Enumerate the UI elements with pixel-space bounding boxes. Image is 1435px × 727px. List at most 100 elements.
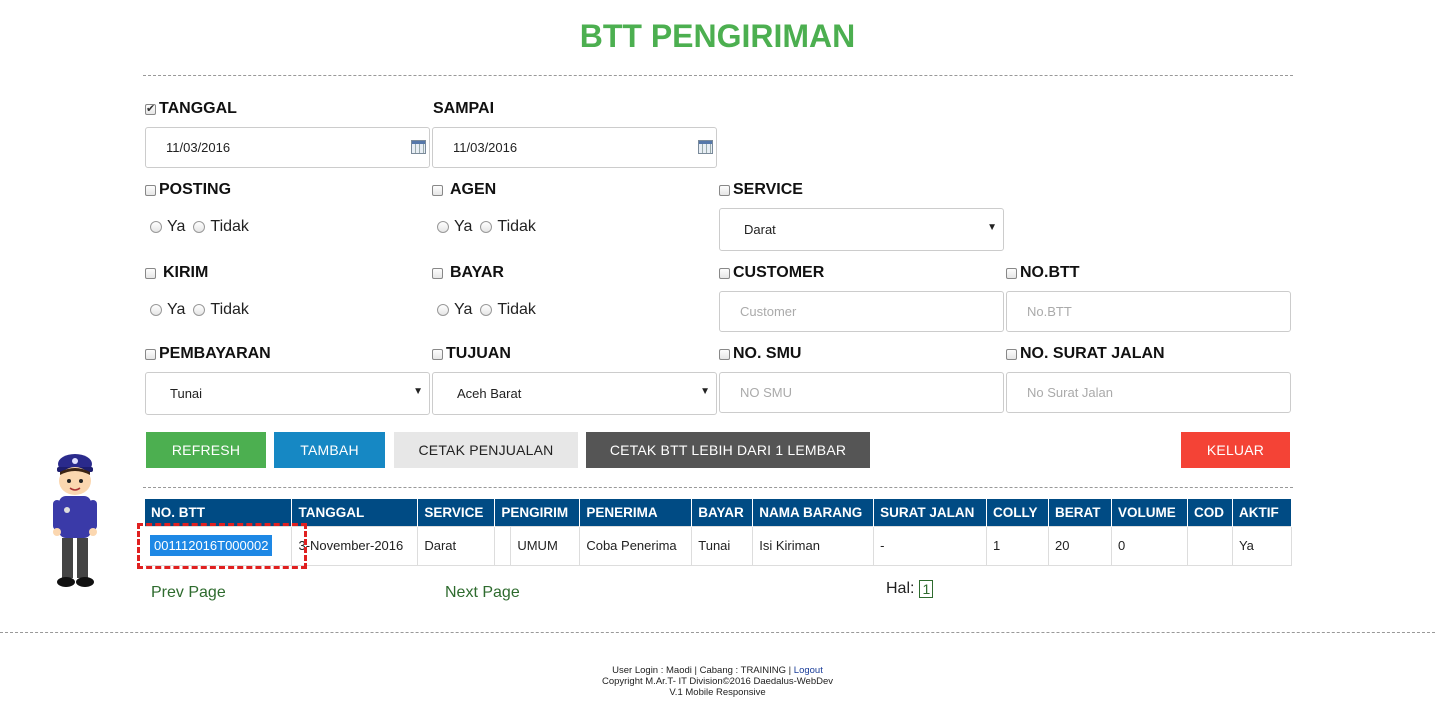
customer-checkbox[interactable] (719, 267, 730, 279)
sampai-date-value: 11/03/2016 (453, 140, 518, 155)
no-surat-jalan-label-text: NO. SURAT JALAN (1020, 345, 1165, 362)
colly-cell: 1 (986, 525, 1049, 566)
next-page-link[interactable]: Next Page (445, 584, 520, 602)
col-header[interactable]: PENERIMA (579, 499, 693, 526)
tujuan-selected-value: Aceh Barat (457, 386, 522, 401)
calendar-icon[interactable] (411, 140, 426, 154)
bayar-label-text: BAYAR (450, 264, 504, 281)
prev-page-link[interactable]: Prev Page (151, 584, 226, 602)
col-header[interactable]: AKTIF (1232, 499, 1293, 526)
tanggal-label: TANGGAL (145, 100, 237, 118)
bayar-ya-radio[interactable] (437, 304, 449, 316)
page-indicator: Hal: 1 (886, 580, 934, 598)
col-header[interactable]: COD (1187, 499, 1233, 526)
service-select[interactable]: Darat ▼ (719, 208, 1004, 251)
no-smu-input[interactable]: NO SMU (719, 372, 1004, 413)
no-smu-label-text: NO. SMU (733, 345, 802, 362)
col-header[interactable]: PENGIRIM (494, 499, 581, 526)
radio-label-ya: Ya (454, 301, 473, 318)
cetak-btt-button[interactable]: CETAK BTT LEBIH DARI 1 LEMBAR (586, 432, 870, 468)
col-header[interactable]: VOLUME (1111, 499, 1188, 526)
cetak-penjualan-button[interactable]: CETAK PENJUALAN (394, 432, 578, 468)
no-smu-placeholder: NO SMU (740, 385, 792, 400)
col-header[interactable]: TANGGAL (291, 499, 419, 526)
col-header[interactable]: COLLY (986, 499, 1049, 526)
no-btt-label: NO.BTT (1006, 264, 1080, 282)
no-btt-label-text: NO.BTT (1020, 264, 1080, 281)
footer-user-info: User Login : Maodi | Cabang : TRAINING | (612, 665, 794, 676)
col-header[interactable]: BAYAR (691, 499, 754, 526)
no-surat-jalan-placeholder: No Surat Jalan (1027, 385, 1113, 400)
kirim-radio-group: Ya Tidak (150, 301, 257, 319)
agen-ya-radio[interactable] (437, 221, 449, 233)
posting-checkbox[interactable] (145, 184, 156, 196)
col-header[interactable]: BERAT (1048, 499, 1112, 526)
surat-jalan-cell: - (873, 525, 988, 566)
tanggal-checkbox[interactable] (145, 102, 156, 115)
bayar-radio-group: Ya Tidak (437, 301, 544, 319)
pembayaran-select[interactable]: Tunai ▼ (145, 372, 430, 415)
no-smu-checkbox[interactable] (719, 348, 730, 360)
keluar-button[interactable]: KELUAR (1181, 432, 1290, 468)
posting-radio-group: Ya Tidak (150, 218, 257, 236)
kirim-checkbox[interactable] (145, 267, 156, 279)
kirim-ya-radio[interactable] (150, 304, 162, 316)
col-header[interactable]: NAMA BARANG (752, 499, 875, 526)
nama-barang-cell: Isi Kiriman (752, 525, 875, 566)
page-number-link[interactable]: 1 (919, 580, 934, 598)
no-smu-label: NO. SMU (719, 345, 801, 363)
footer-line-1: User Login : Maodi | Cabang : TRAINING |… (0, 665, 1435, 676)
bayar-checkbox[interactable] (432, 267, 443, 279)
agen-checkbox[interactable] (432, 184, 443, 196)
kirim-label: KIRIM (145, 264, 208, 282)
pembayaran-label-text: PEMBAYARAN (159, 345, 271, 362)
bayar-tidak-radio[interactable] (480, 304, 493, 316)
customer-input[interactable]: Customer (719, 291, 1004, 332)
tujuan-checkbox[interactable] (432, 348, 443, 360)
posting-ya-radio[interactable] (150, 221, 162, 233)
agen-tidak-radio[interactable] (480, 221, 493, 233)
pengirim-value: UMUM (517, 538, 558, 553)
agen-label-text: AGEN (450, 181, 497, 198)
radio-label-ya: Ya (167, 218, 186, 235)
col-header[interactable]: SURAT JALAN (873, 499, 988, 526)
calendar-icon[interactable] (698, 140, 713, 154)
col-header[interactable]: SERVICE (417, 499, 496, 526)
tanggal-date-input[interactable]: 11/03/2016 (145, 127, 430, 168)
pembayaran-label: PEMBAYARAN (145, 345, 271, 363)
sampai-label: SAMPAI (433, 100, 494, 118)
sampai-label-text: SAMPAI (433, 100, 495, 117)
top-divider (143, 75, 1293, 76)
posting-tidak-radio[interactable] (193, 221, 206, 233)
no-surat-jalan-checkbox[interactable] (1006, 348, 1017, 360)
volume-cell: 0 (1110, 525, 1188, 566)
radio-label-tidak: Tidak (497, 218, 536, 235)
radio-label-tidak: Tidak (210, 301, 249, 318)
kirim-tidak-radio[interactable] (193, 304, 206, 316)
radio-label-ya: Ya (167, 301, 186, 318)
no-btt-input[interactable]: No.BTT (1006, 291, 1291, 332)
table-row[interactable]: 001112016T000002 3-November-2016 Darat U… (145, 525, 1293, 566)
pengirim-spacer (495, 526, 512, 565)
bayar-cell: Tunai (691, 525, 754, 566)
tujuan-label: TUJUAN (432, 345, 511, 363)
tambah-button[interactable]: TAMBAH (274, 432, 385, 468)
refresh-button[interactable]: REFRESH (146, 432, 266, 468)
bayar-label: BAYAR (432, 264, 504, 282)
tujuan-select[interactable]: Aceh Barat ▼ (432, 372, 717, 415)
footer-version: V.1 Mobile Responsive (669, 687, 766, 698)
service-cell: Darat (417, 525, 496, 566)
posting-label-text: POSTING (159, 181, 232, 198)
footer-copyright: Copyright M.Ar.T- IT Division©2016 Daeda… (601, 676, 834, 687)
sampai-date-input[interactable]: 11/03/2016 (432, 127, 717, 168)
tanggal-date-value: 11/03/2016 (166, 140, 231, 155)
service-checkbox[interactable] (719, 184, 730, 196)
logout-link[interactable]: Logout (794, 665, 823, 676)
agen-label: AGEN (432, 181, 496, 199)
berat-cell: 20 (1048, 525, 1112, 566)
radio-label-tidak: Tidak (497, 301, 536, 318)
pembayaran-checkbox[interactable] (145, 348, 156, 360)
col-header[interactable]: NO. BTT (145, 499, 293, 526)
no-surat-jalan-input[interactable]: No Surat Jalan (1006, 372, 1291, 413)
no-btt-checkbox[interactable] (1006, 267, 1017, 279)
